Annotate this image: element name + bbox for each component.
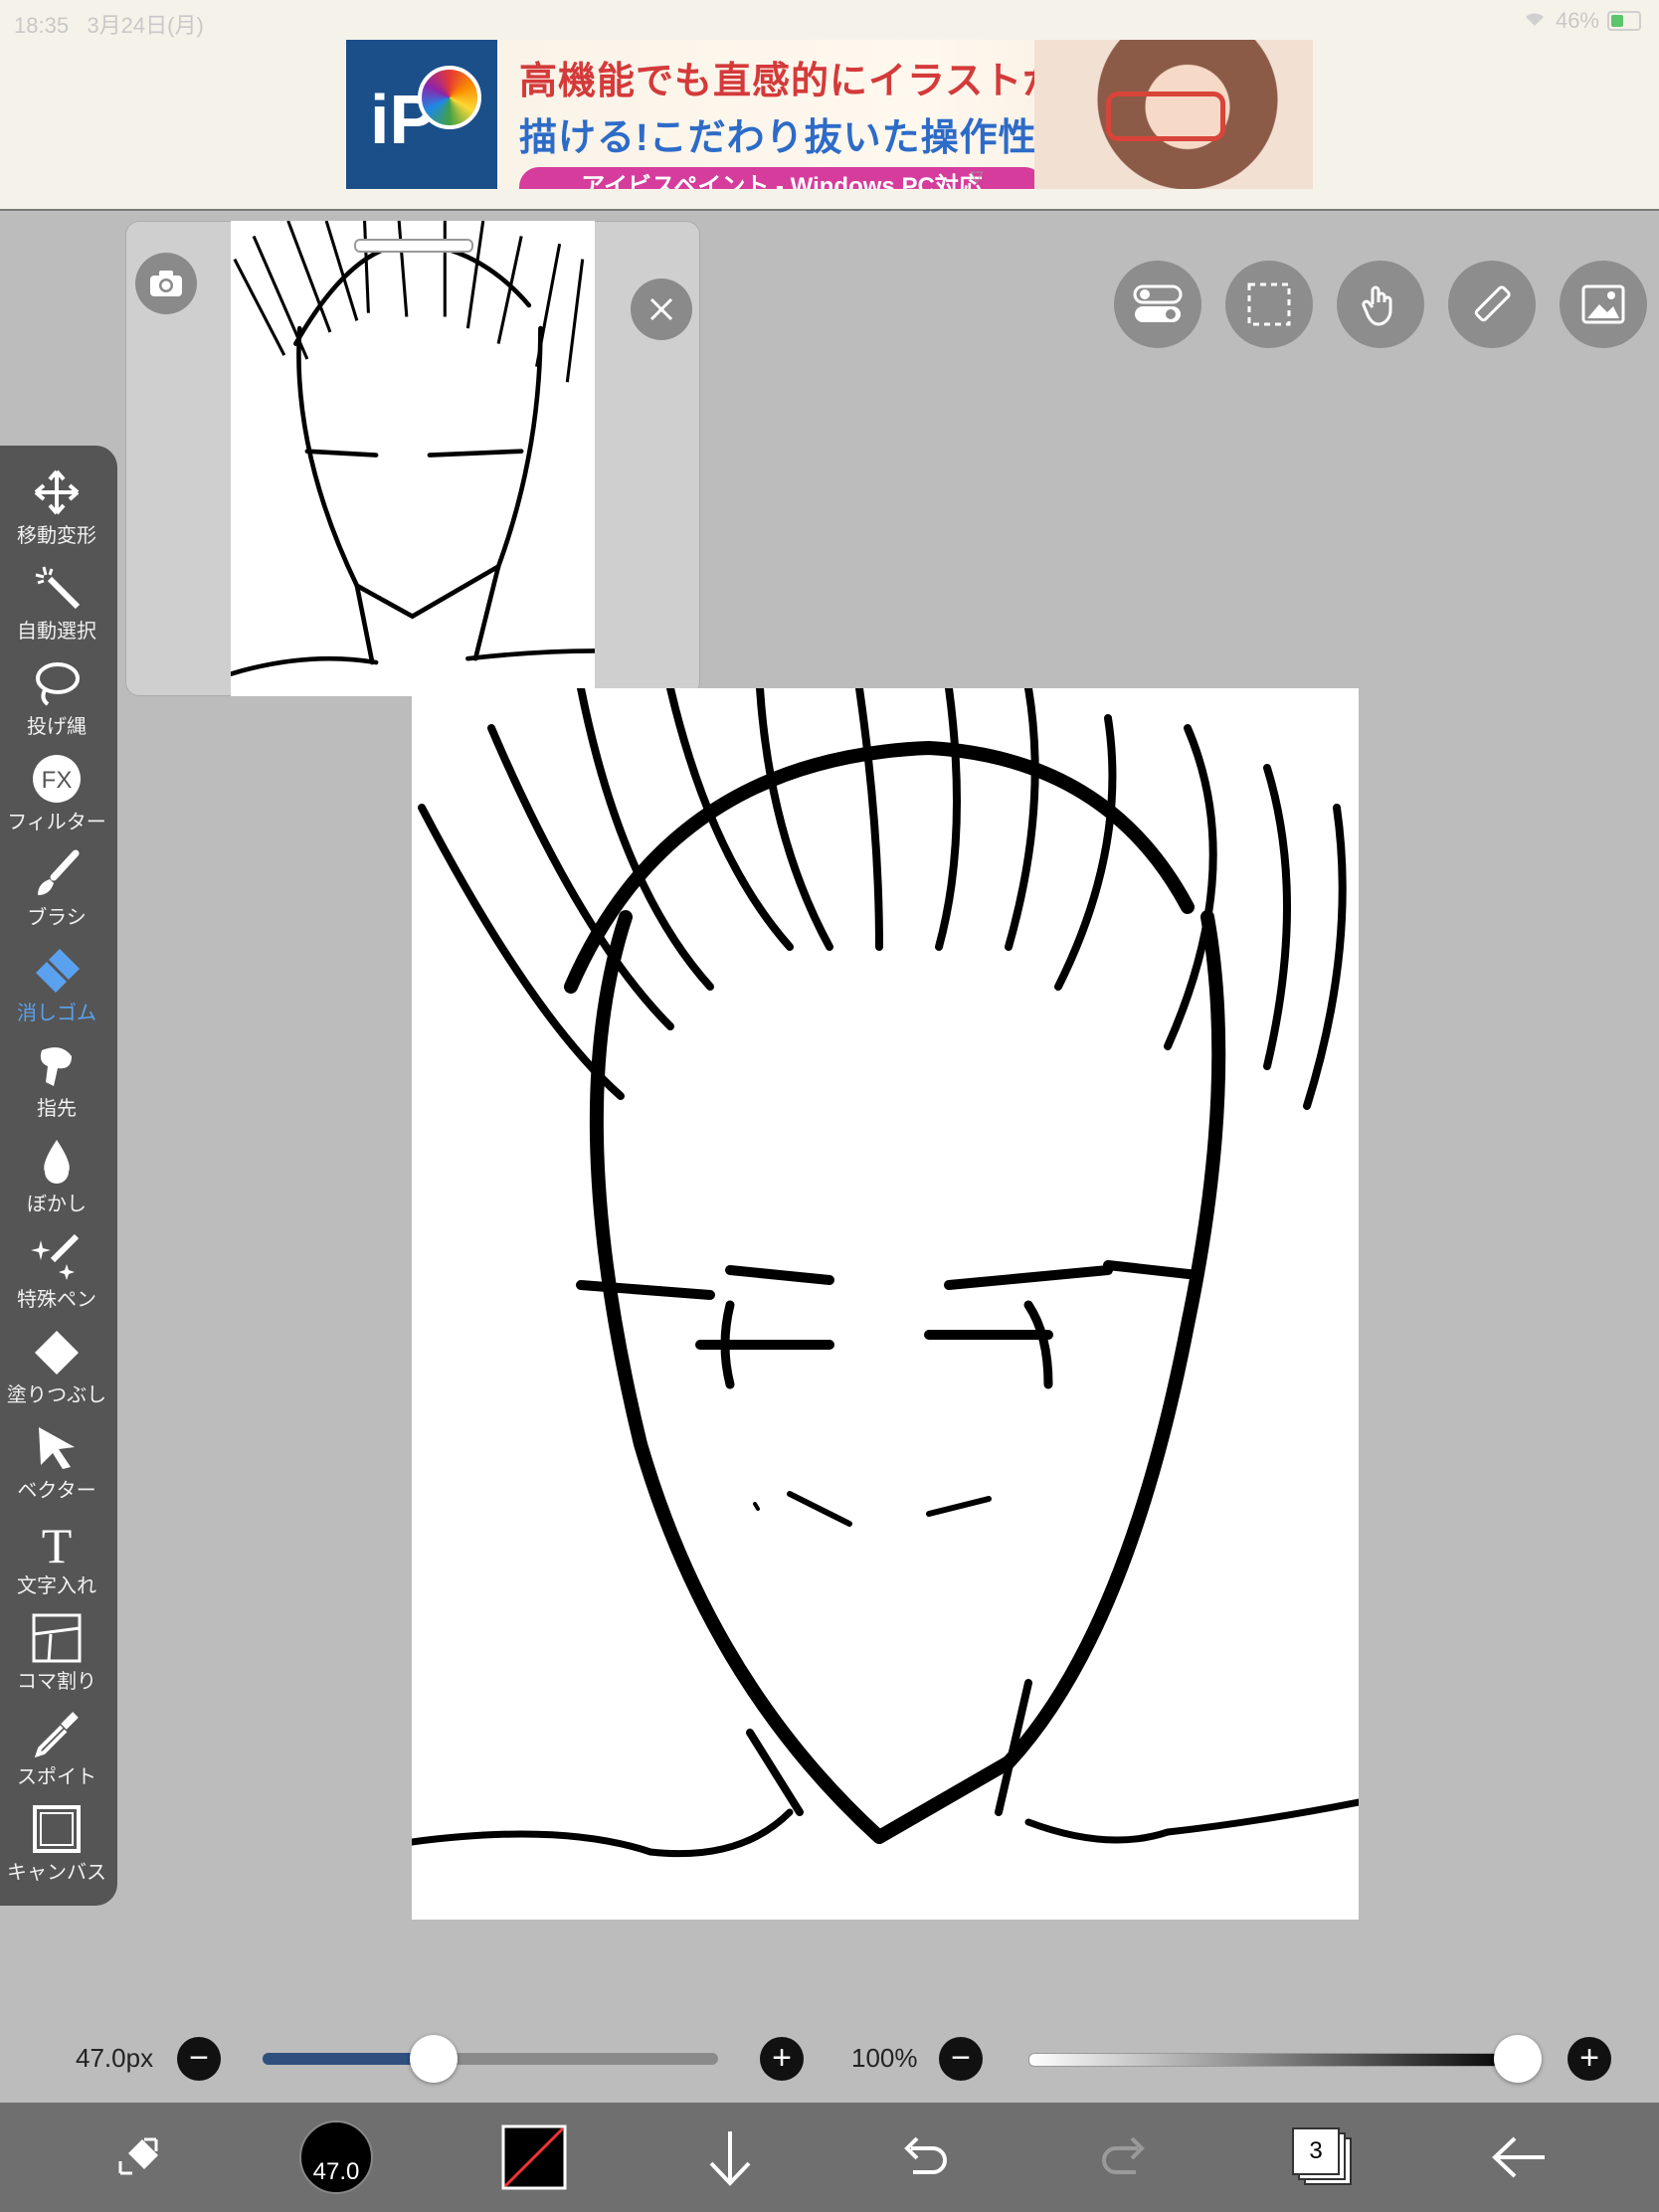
undo-icon[interactable] [895,2120,955,2194]
tool-label: 移動変形 [17,525,96,547]
tool-fill[interactable]: 塗りつぶし [0,1325,113,1416]
tool-label: 特殊ペン [17,1289,96,1311]
tool-eraser[interactable]: 消しゴム [0,943,113,1034]
fx-icon: FX [0,752,113,806]
tool-label: コマ割り [17,1671,96,1693]
opacity-increase-button[interactable]: + [1567,2037,1611,2081]
image-icon[interactable] [1560,261,1647,348]
camera-icon[interactable] [135,253,197,314]
eraser-icon [0,943,113,997]
wifi-icon [1522,8,1548,34]
canvas-icon [0,1802,113,1856]
tool-label: フィルター [7,812,106,833]
tool-vector[interactable]: ベクター [0,1420,113,1512]
redo-icon[interactable] [1094,2120,1154,2194]
tool-label: スポイト [17,1766,96,1788]
tool-label: 自動選択 [17,621,96,643]
size-increase-button[interactable]: + [760,2037,804,2081]
top-button-group [1114,261,1647,348]
tool-label: 塗りつぶし [6,1384,107,1406]
ad-info-icon[interactable]: ▽ [971,167,983,187]
brush-size-indicator[interactable]: 47.0 [298,2120,374,2194]
layers-count: 3 [1292,2127,1340,2175]
magic-wand-icon [0,561,113,615]
tool-special-pen[interactable]: 特殊ペン [0,1229,113,1321]
fx-text: FX [42,767,73,794]
navigator-drag-handle[interactable] [354,239,473,253]
blur-icon [0,1134,113,1188]
tool-move[interactable]: 移動変形 [0,465,113,557]
tool-label: 文字入れ [17,1575,96,1597]
status-time: 18:35 3月24日(月) [14,13,204,38]
battery-percent: 46% [1555,8,1599,33]
brush-icon [0,847,113,901]
tool-lasso[interactable]: 投げ縄 [0,656,113,748]
tool-canvas[interactable]: キャンバス [0,1802,113,1894]
tool-brush[interactable]: ブラシ [0,847,113,939]
size-decrease-button[interactable]: − [177,2037,221,2081]
drawing-canvas[interactable] [412,688,1359,1920]
ad-text: 高機能でも直感的にイラストが 描ける!こだわり抜いた操作性! アイビスペイント … [497,40,1313,189]
selection-icon[interactable] [1225,261,1313,348]
hand-icon[interactable] [1337,261,1424,348]
bottom-toolbar: 47.0 3 [0,2103,1659,2212]
tool-fx[interactable]: FX フィルター [0,752,113,843]
opacity-decrease-button[interactable]: − [939,2037,983,2081]
tool-label: 消しゴム [17,1003,96,1024]
opacity-slider-knob[interactable] [1494,2035,1542,2083]
slider-row: 47.0px − + 100% − + [0,2029,1659,2089]
close-icon[interactable] [631,278,692,340]
tool-magic-wand[interactable]: 自動選択 [0,561,113,652]
size-slider-knob[interactable] [410,2035,458,2083]
tool-finger[interactable]: 指先 [0,1038,113,1130]
tool-blur[interactable]: ぼかし [0,1134,113,1225]
navigator-panel[interactable] [125,221,700,696]
fill-icon [0,1325,113,1379]
finger-icon [0,1038,113,1092]
ibis-logo: iP [346,40,497,189]
opacity-slider[interactable] [1028,2053,1522,2067]
lasso-icon [0,656,113,710]
tool-label: ぼかし [27,1194,87,1215]
tool-label: 指先 [37,1098,77,1120]
size-slider[interactable] [263,2053,718,2065]
tool-label: ブラシ [27,907,87,929]
tool-eyedropper[interactable]: スポイト [0,1707,113,1798]
ad-banner[interactable]: iP 高機能でも直感的にイラストが 描ける!こだわり抜いた操作性! アイビスペイ… [346,40,1313,189]
tool-label: 投げ縄 [27,716,87,738]
status-right: 46% [1522,8,1641,34]
ad-pill: アイビスペイント - Windows PC対応 [519,167,1044,189]
transform-eraser-icon[interactable] [105,2120,175,2194]
ruler-icon[interactable] [1448,261,1536,348]
status-bar: 18:35 3月24日(月) 46% [0,0,1659,40]
brush-size-label: 47.0px [76,2043,154,2073]
panel-icon [0,1611,113,1665]
text-icon: T [0,1516,113,1569]
brush-size-value: 47.0 [312,2158,360,2185]
layer-down-icon[interactable] [700,2120,760,2194]
ad-character-image [1034,40,1313,189]
tool-label: ベクター [17,1480,96,1502]
tool-text[interactable]: T 文字入れ [0,1516,113,1607]
tool-palette: 移動変形自動選択投げ縄 FX フィルターブラシ消しゴム指先ぼかし特殊ペン塗りつぶしベ… [0,446,117,1906]
move-icon [0,465,113,519]
navigator-thumbnail [231,221,595,696]
special-pen-icon [0,1229,113,1283]
toggle-icon[interactable] [1114,261,1201,348]
battery-icon [1607,11,1641,31]
layers-button[interactable]: 3 [1285,2120,1359,2194]
eyedropper-icon [0,1707,113,1760]
ad-banner-area: iP 高機能でも直感的にイラストが 描ける!こだわり抜いた操作性! アイビスペイ… [0,40,1659,211]
opacity-label: 100% [851,2043,918,2073]
text-tool-glyph: T [42,1518,73,1568]
color-swatch[interactable] [497,2120,571,2194]
back-arrow-icon[interactable] [1486,2120,1552,2194]
tool-label: キャンバス [7,1862,106,1884]
tool-panel[interactable]: コマ割り [0,1611,113,1703]
vector-icon [0,1420,113,1474]
